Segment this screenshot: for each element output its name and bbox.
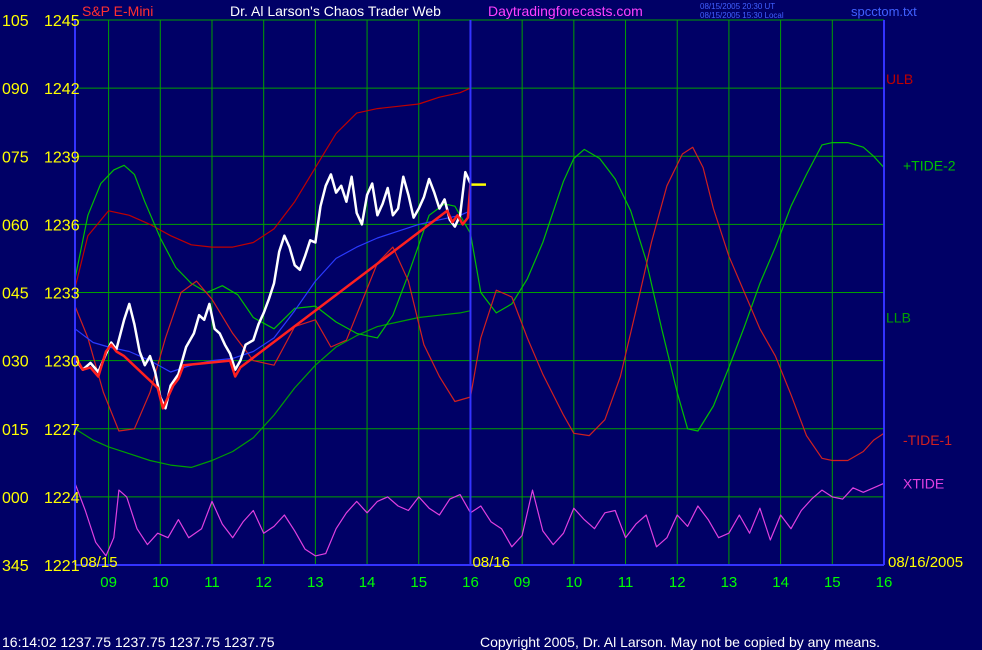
x-tick-label: 13	[721, 574, 738, 591]
price-tick-label: 1233	[44, 286, 80, 303]
legend-label-llb: LLB	[886, 309, 911, 325]
x-tick-label: 12	[669, 574, 686, 591]
angle-tick-label: 015	[2, 422, 29, 439]
angle-tick-label: 000	[2, 490, 29, 507]
instrument-label: S&P E-Mini	[82, 3, 153, 19]
legend-label-tide-1: -TIDE-1	[903, 432, 952, 448]
x-tick-label: 09	[514, 574, 531, 591]
x-tick-label: 16	[462, 574, 479, 591]
price-tick-label: 1230	[44, 354, 80, 371]
legend-label-tide-2: +TIDE-2	[903, 157, 956, 173]
x-tick-label: 13	[307, 574, 324, 591]
angle-tick-label: 075	[2, 149, 29, 166]
x-tick-label: 15	[824, 574, 841, 591]
angle-tick-label: 060	[2, 217, 29, 234]
tide-chart: 105 1245 090 1242 075 1239 060 1236 045 1233 030 12…	[0, 0, 982, 650]
data-file-name: spcctom.txt	[851, 4, 917, 19]
price-tick-label: 1227	[44, 422, 80, 439]
x-tick-label: 16	[876, 574, 893, 591]
angle-tick-label: 345	[2, 558, 29, 575]
x-tick-label: 10	[565, 574, 582, 591]
price-tick-label: 1239	[44, 149, 80, 166]
price-tick-label: 1236	[44, 217, 80, 234]
angle-tick-label: 045	[2, 286, 29, 303]
last-quote: 16:14:02 1237.75 1237.75 1237.75 1237.75	[2, 634, 275, 650]
x-tick-label: 15	[410, 574, 427, 591]
copyright-notice: Copyright 2005, Dr. Al Larson. May not b…	[480, 634, 880, 650]
x-tick-label: 11	[618, 574, 634, 591]
legend-label-xtide: XTIDE	[903, 475, 944, 491]
chart-title: Dr. Al Larson's Chaos Trader Web	[230, 3, 441, 19]
x-tick-label: 09	[100, 574, 117, 591]
site-link[interactable]: Daytradingforecasts.com	[488, 3, 643, 19]
timestamp-local: 08/15/2005 15:30 Local	[700, 11, 784, 20]
price-tick-label: 1242	[44, 81, 80, 98]
date-label-mid: 08/16	[472, 554, 510, 571]
legend-label-ulb: ULB	[886, 71, 913, 87]
x-tick-label: 12	[255, 574, 272, 591]
angle-tick-label: 090	[2, 81, 29, 98]
chart-background	[0, 0, 982, 650]
date-label-start: 08/15	[80, 554, 118, 571]
price-tick-label: 1221	[44, 558, 80, 575]
price-tick-label: 1245	[44, 13, 80, 30]
x-tick-label: 14	[772, 574, 789, 591]
price-tick-label: 1224	[44, 490, 80, 507]
x-tick-label: 10	[152, 574, 169, 591]
angle-tick-label: 030	[2, 354, 29, 371]
x-tick-label: 14	[359, 574, 376, 591]
angle-tick-label: 105	[2, 13, 29, 30]
date-label-end: 08/16/2005	[888, 554, 963, 571]
timestamp-ut: 08/15/2005 20:30 UT	[700, 2, 775, 11]
x-tick-label: 11	[204, 574, 220, 591]
